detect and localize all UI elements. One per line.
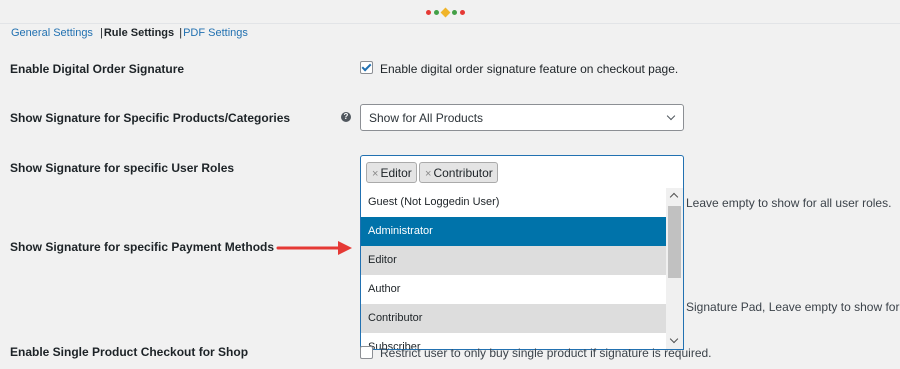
dropdown-scrollbar[interactable] [666, 188, 683, 349]
top-decoration [0, 0, 900, 25]
single-product-label: Enable Single Product Checkout for Shop [10, 345, 249, 359]
chevron-down-icon [666, 111, 676, 121]
settings-subnav: General Settings |Rule Settings |PDF Set… [11, 27, 248, 39]
dot-icon [434, 10, 439, 15]
scroll-down-icon[interactable] [669, 334, 679, 344]
products-select-value: Show for All Products [369, 111, 484, 125]
enable-signature-label: Enable Digital Order Signature [10, 62, 185, 76]
enable-signature-checkbox[interactable] [360, 61, 373, 74]
dot-icon [460, 10, 465, 15]
products-label: Show Signature for Specific Products/Cat… [10, 111, 291, 125]
decorative-dots [426, 7, 465, 18]
checkmark-icon [361, 61, 372, 72]
products-select[interactable]: Show for All Products [360, 104, 684, 131]
user-roles-dropdown: Guest (Not Loggedin User) Administrator … [360, 188, 684, 350]
tab-pdf-settings[interactable]: PDF Settings [183, 27, 248, 39]
option-author[interactable]: Author [361, 275, 667, 304]
tab-general-settings[interactable]: General Settings [11, 27, 93, 39]
dot-icon [452, 10, 457, 15]
option-administrator[interactable]: Administrator [361, 217, 667, 246]
selected-tag-contributor: × Contributor [419, 162, 498, 183]
nav-separator: | [100, 27, 103, 39]
payment-methods-description: Signature Pad, Leave empty to show for a… [686, 300, 900, 314]
scrollbar-thumb[interactable] [668, 206, 681, 278]
tag-label: Contributor [433, 166, 493, 180]
option-guest[interactable]: Guest (Not Loggedin User) [361, 188, 667, 217]
annotation-arrow-icon [276, 241, 352, 255]
scroll-up-icon[interactable] [669, 192, 679, 202]
diamond-icon [440, 7, 451, 18]
user-roles-multiselect[interactable]: × Editor × Contributor [360, 155, 684, 189]
nav-separator: | [179, 27, 183, 39]
user-roles-label: Show Signature for specific User Roles [10, 161, 235, 175]
help-icon[interactable]: ? [341, 112, 351, 122]
remove-tag-icon[interactable]: × [372, 168, 378, 180]
single-product-checkbox-label[interactable]: Restrict user to only buy single product… [380, 346, 712, 360]
enable-signature-checkbox-label[interactable]: Enable digital order signature feature o… [380, 62, 678, 76]
payment-methods-label: Show Signature for specific Payment Meth… [10, 240, 275, 254]
remove-tag-icon[interactable]: × [425, 168, 431, 180]
tab-rule-settings[interactable]: Rule Settings [104, 27, 174, 39]
dot-icon [426, 10, 431, 15]
single-product-checkbox[interactable] [360, 346, 373, 359]
divider [0, 23, 900, 24]
user-roles-description: Leave empty to show for all user roles. [686, 196, 892, 210]
option-contributor[interactable]: Contributor [361, 304, 667, 333]
selected-tag-editor: × Editor [366, 162, 417, 183]
tag-label: Editor [380, 166, 412, 180]
option-editor[interactable]: Editor [361, 246, 667, 275]
